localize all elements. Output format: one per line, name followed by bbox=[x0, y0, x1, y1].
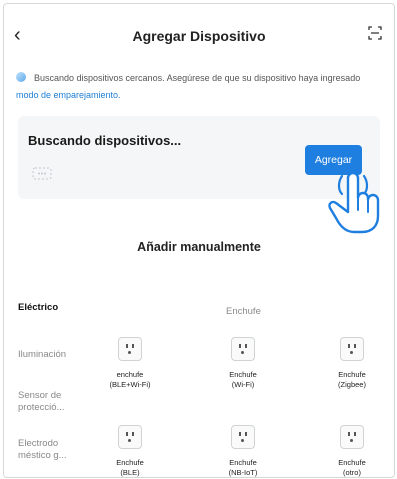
device-label: Enchufe (Wi-Fi) bbox=[229, 370, 257, 389]
device-socket-ble-wifi[interactable]: enchufe (BLE+Wi-Fi) bbox=[95, 337, 165, 389]
page-title: Agregar Dispositivo bbox=[132, 28, 266, 44]
device-socket-ble[interactable]: Enchufe (BLE) bbox=[95, 425, 165, 477]
socket-icon bbox=[118, 337, 142, 361]
device-label: Enchufe (BLE) bbox=[116, 458, 144, 477]
device-socket-nb-iot[interactable]: Enchufe (NB-IoT) bbox=[208, 425, 278, 477]
device-socket-other[interactable]: Enchufe (otro) bbox=[317, 425, 387, 477]
manual-add-title: Añadir manualmente bbox=[137, 240, 261, 254]
bluetooth-search-icon bbox=[16, 72, 26, 82]
top-bar: ‹ Agregar Dispositivo bbox=[4, 22, 394, 52]
pairing-mode-link[interactable]: modo de emparejamiento. bbox=[16, 90, 121, 100]
socket-icon bbox=[231, 337, 255, 361]
searching-title: Buscando dispositivos... bbox=[28, 133, 182, 148]
socket-icon bbox=[231, 425, 255, 449]
device-label: Enchufe (NB-IoT) bbox=[228, 458, 258, 477]
category-electrodomestico[interactable]: Electrodo méstico g... bbox=[18, 438, 80, 462]
pointer-hand-icon bbox=[328, 171, 380, 234]
category-iluminacion[interactable]: Iluminación bbox=[18, 349, 66, 361]
device-placeholder-icon bbox=[32, 167, 52, 180]
scan-icon[interactable] bbox=[368, 26, 382, 40]
subcategory-title: Enchufe bbox=[226, 306, 261, 317]
device-label: Enchufe (Zigbee) bbox=[338, 370, 366, 389]
socket-icon bbox=[340, 425, 364, 449]
info-message: Buscando dispositivos cercanos. Asegúres… bbox=[34, 73, 361, 83]
app-screen: ‹ Agregar Dispositivo Buscando dispositi… bbox=[3, 3, 395, 478]
category-sensor[interactable]: Sensor de protecció... bbox=[18, 390, 76, 414]
device-label: enchufe (BLE+Wi-Fi) bbox=[109, 370, 151, 389]
socket-icon bbox=[118, 425, 142, 449]
device-label: Enchufe (otro) bbox=[338, 458, 366, 477]
info-text: Buscando dispositivos cercanos. Asegúres… bbox=[16, 70, 386, 104]
device-socket-zigbee[interactable]: Enchufe (Zigbee) bbox=[317, 337, 387, 389]
device-socket-wifi[interactable]: Enchufe (Wi-Fi) bbox=[208, 337, 278, 389]
category-electrico[interactable]: Eléctrico bbox=[18, 302, 58, 314]
socket-icon bbox=[340, 337, 364, 361]
